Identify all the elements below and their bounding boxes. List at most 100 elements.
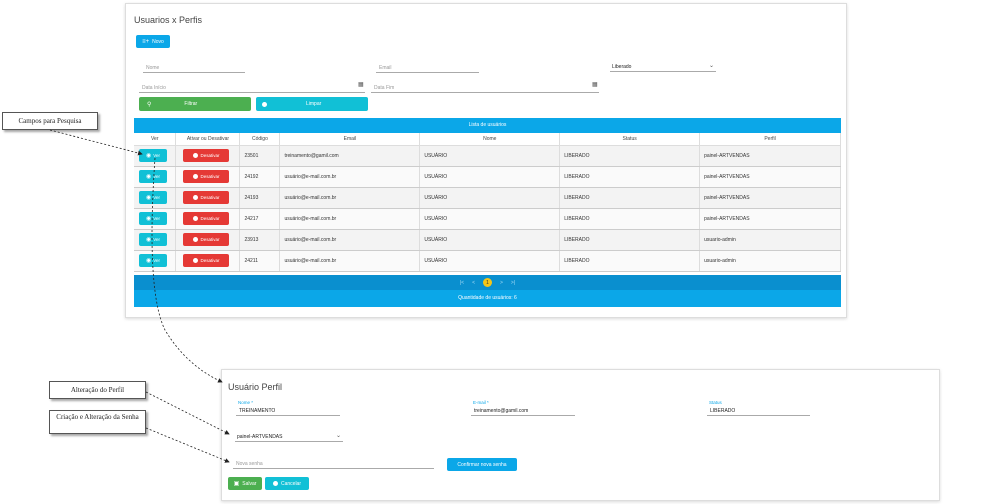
block-icon [193, 258, 199, 263]
confirmar-senha-button[interactable]: Confirmar nova senha [447, 458, 517, 471]
first-page-button[interactable]: |< [460, 280, 464, 286]
col-nome: Nome [419, 133, 561, 146]
clear-icon [262, 101, 267, 107]
detail-panel: Usuário Perfil Nome * TREINAMENTO E-mail… [221, 369, 940, 501]
email-field[interactable]: treinamento@gamil.com [471, 407, 575, 416]
codigo-cell: 23913 [239, 229, 281, 251]
ver-cell: ◉ Ver [134, 250, 177, 272]
email-cell: usuário@e-mail.com.br [279, 208, 421, 230]
col-perfil: Perfil [699, 133, 841, 146]
status-selected: Liberado [612, 64, 632, 70]
ver-button[interactable]: ◉ Ver [139, 212, 167, 225]
salvar-button[interactable]: ▣ Salvar [228, 477, 262, 490]
ver-cell: ◉ Ver [134, 145, 177, 167]
nome-value: TREINAMENTO [239, 408, 276, 414]
block-icon [193, 174, 199, 179]
nome-placeholder: Nome [146, 65, 160, 71]
email-value: treinamento@gamil.com [474, 408, 529, 414]
ver-button[interactable]: ◉ Ver [139, 191, 167, 204]
callout-senha-text: Criação e Alteração da Senha [56, 413, 139, 421]
col-ativar: Ativar ou Desativar [175, 133, 241, 146]
limpar-label: Limpar [306, 101, 322, 107]
eye-icon: ◉ [145, 174, 152, 180]
new-button[interactable]: ≡+ Novo [136, 35, 170, 48]
status-value: LIBERADO [710, 408, 736, 414]
table-header-row: Ver Ativar ou Desativar Código Email Nom… [134, 133, 841, 146]
eye-icon: ◉ [145, 195, 152, 201]
nova-senha-input[interactable]: Nova senha [233, 460, 434, 469]
ver-button[interactable]: ◉ Ver [139, 254, 167, 267]
desativar-label: Desativar [200, 174, 220, 179]
cancelar-button[interactable]: Cancelar [265, 477, 309, 490]
nome-cell: USUÁRIO [419, 229, 561, 251]
calendar-icon[interactable]: ▦ [592, 81, 598, 88]
perfil-selected: painel-ARTVENDAS [237, 434, 283, 440]
block-icon [193, 153, 199, 158]
email-cell: usuário@e-mail.com.br [279, 250, 421, 272]
desativar-button[interactable]: Desativar [183, 233, 230, 246]
eye-icon: ◉ [145, 216, 152, 222]
users-table: Ver Ativar ou Desativar Código Email Nom… [134, 133, 841, 272]
table-caption-text: Lista de usuários [468, 122, 507, 128]
desativar-button[interactable]: Desativar [183, 149, 230, 162]
desativar-button[interactable]: Desativar [183, 254, 230, 267]
desativar-cell: Desativar [175, 187, 241, 209]
ver-cell: ◉ Ver [134, 229, 177, 251]
email-cell: treinamento@gamil.com [279, 145, 421, 167]
table-row: ◉ Ver Desativar 24193 usuário@e-mail.com.br U… [134, 187, 841, 209]
table-row: ◉ Ver Desativar 24192 usuário@e-mail.com.br U… [134, 166, 841, 188]
table-row: ◉ Ver Desativar 24211 usuário@e-mail.com.br U… [134, 250, 841, 272]
email-cell: usuário@e-mail.com.br [279, 166, 421, 188]
desativar-label: Desativar [200, 153, 220, 158]
calendar-icon[interactable]: ▦ [358, 81, 364, 88]
ver-label: Ver [153, 237, 160, 242]
ver-label: Ver [153, 258, 160, 263]
desativar-label: Desativar [200, 195, 220, 200]
ver-button[interactable]: ◉ Ver [139, 170, 167, 183]
ver-button[interactable]: ◉ Ver [139, 233, 167, 246]
last-page-button[interactable]: >| [511, 280, 515, 286]
eye-icon: ◉ [145, 153, 152, 159]
perfil-select[interactable]: painel-ARTVENDAS ⌄ [235, 433, 343, 442]
add-list-icon: ≡+ [142, 38, 150, 45]
chevron-down-icon: ⌄ [335, 433, 341, 439]
status-cell: LIBERADO [559, 187, 701, 209]
desativar-button[interactable]: Desativar [183, 191, 230, 204]
detail-title: Usuário Perfil [228, 382, 283, 392]
col-codigo: Código [239, 133, 281, 146]
nome-label: Nome * [238, 400, 254, 405]
filtrar-button[interactable]: ⚲ Filtrar [139, 97, 251, 111]
status-cell: LIBERADO [559, 166, 701, 188]
cancel-icon [272, 481, 278, 486]
desativar-label: Desativar [200, 258, 220, 263]
status-cell: LIBERADO [559, 229, 701, 251]
confirmar-label: Confirmar nova senha [457, 461, 507, 468]
nome-filter-input[interactable]: Nome [143, 64, 245, 73]
eye-icon: ◉ [145, 237, 152, 243]
desativar-button[interactable]: Desativar [183, 170, 230, 183]
callout-pesquisa: Campos para Pesquisa [2, 112, 98, 130]
perfil-cell: painel-ARTVENDAS [699, 145, 841, 167]
perfil-cell: usuario-admin [699, 250, 841, 272]
list-panel: Usuarios x Perfis ≡+ Novo Nome Email Lib… [125, 3, 847, 318]
limpar-button[interactable]: Limpar [256, 97, 368, 111]
block-icon [193, 216, 199, 221]
ver-label: Ver [153, 153, 160, 158]
data-fim-input[interactable]: Data Fim [371, 84, 599, 93]
status-filter-select[interactable]: Liberado ⌄ [610, 63, 716, 72]
ver-button[interactable]: ◉ Ver [139, 149, 167, 162]
prev-page-button[interactable]: < [472, 280, 475, 286]
current-page-button[interactable]: 1 [483, 278, 492, 287]
next-page-button[interactable]: > [500, 280, 503, 286]
email-label: E-mail * [473, 400, 489, 405]
nome-field[interactable]: TREINAMENTO [236, 407, 340, 416]
email-filter-input[interactable]: Email [376, 64, 479, 73]
nome-cell: USUÁRIO [419, 187, 561, 209]
table-row: ◉ Ver Desativar 24217 usuário@e-mail.com.br U… [134, 208, 841, 230]
save-icon: ▣ [233, 481, 240, 487]
user-count: Quantidade de usuários: 6 [458, 295, 517, 301]
desativar-button[interactable]: Desativar [183, 212, 230, 225]
desativar-cell: Desativar [175, 208, 241, 230]
data-inicio-input[interactable]: Data Início [139, 84, 365, 93]
codigo-cell: 24193 [239, 187, 281, 209]
